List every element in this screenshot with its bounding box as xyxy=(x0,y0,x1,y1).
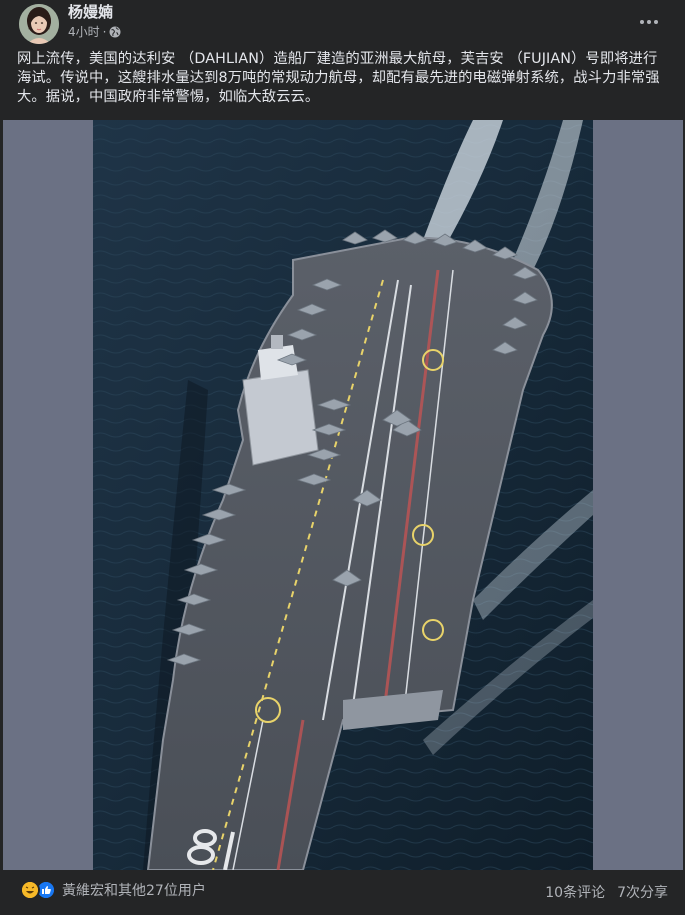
shares-count[interactable]: 7次分享 xyxy=(617,882,668,902)
aircraft-carrier-photo xyxy=(93,120,593,870)
reactions-summary[interactable]: 黃維宏和其他27位用户 xyxy=(20,880,206,900)
post-photo[interactable] xyxy=(93,120,593,870)
post-header: 杨嫚婻 4小时 · xyxy=(0,0,685,48)
post-stats: 10条评论 7次分享 xyxy=(545,882,668,902)
more-dot-icon xyxy=(640,20,644,24)
post-card: 杨嫚婻 4小时 · 网上流传，美国的达利安 （DAHLIAN）造船厂建造的亚洲最… xyxy=(0,0,685,915)
globe-icon[interactable] xyxy=(109,26,121,38)
meta-separator: · xyxy=(102,25,107,39)
more-options-button[interactable] xyxy=(635,10,663,34)
avatar[interactable] xyxy=(19,4,59,44)
post-footer: 黃維宏和其他27位用户 10条评论 7次分享 xyxy=(0,870,685,915)
comments-count[interactable]: 10条评论 xyxy=(545,882,605,902)
author-name[interactable]: 杨嫚婻 xyxy=(68,3,113,21)
avatar-image xyxy=(19,4,59,44)
reactions-text: 黃維宏和其他27位用户 xyxy=(62,883,206,899)
more-dot-icon xyxy=(647,20,651,24)
post-text: 网上流传，美国的达利安 （DAHLIAN）造船厂建造的亚洲最大航母，芙吉安 （F… xyxy=(17,51,660,105)
more-dot-icon xyxy=(654,20,658,24)
haha-icon xyxy=(20,880,40,900)
post-time[interactable]: 4小时 xyxy=(68,24,100,40)
post-meta: 4小时 · xyxy=(68,24,121,40)
